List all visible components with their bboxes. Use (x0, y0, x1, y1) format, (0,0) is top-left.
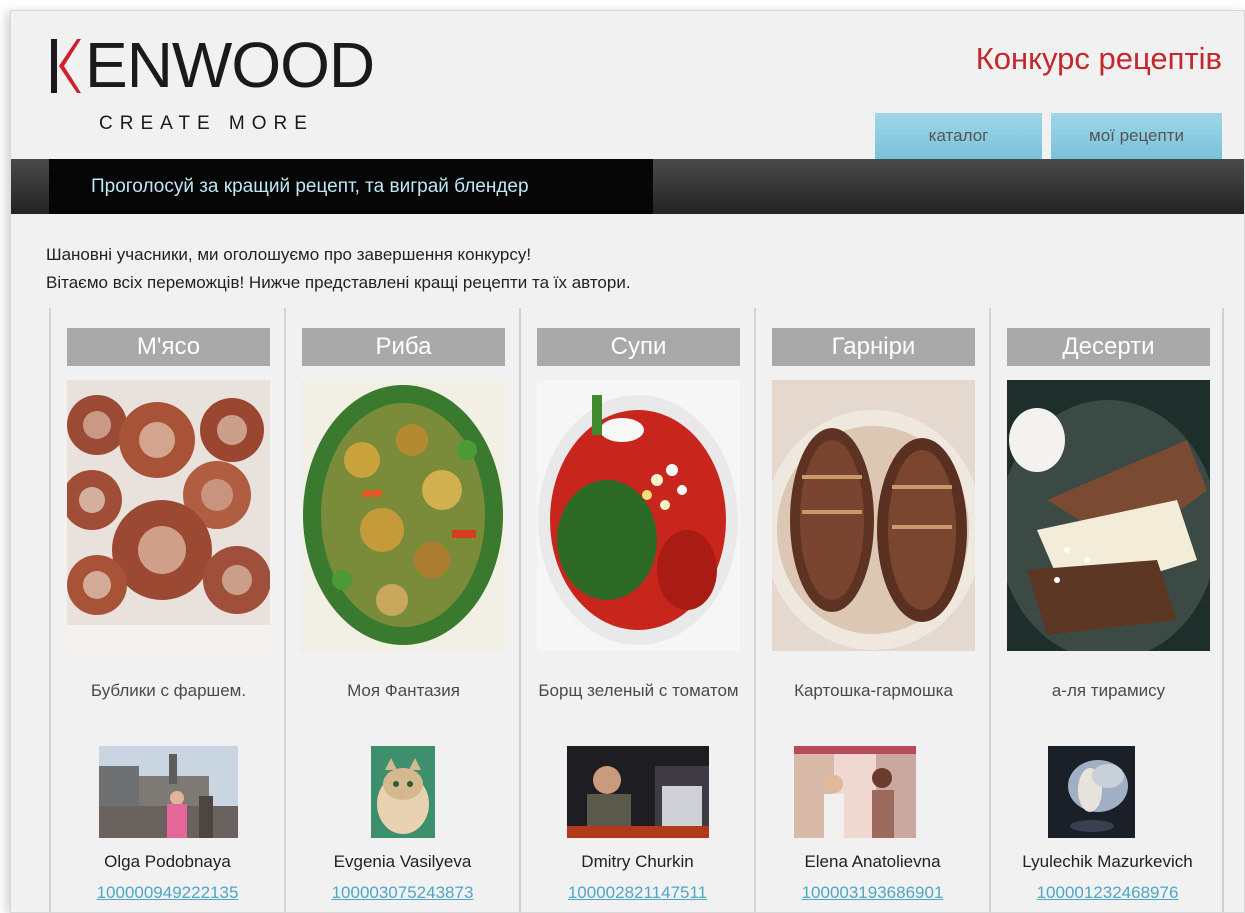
tab-catalog[interactable]: каталог (875, 113, 1042, 159)
author-profile-link[interactable]: 100003193686901 (756, 883, 989, 903)
author-avatar[interactable] (371, 746, 435, 838)
kenwood-logo[interactable]: ENWOOD CREATE MORE (51, 33, 451, 134)
author-name: Dmitry Churkin (581, 852, 694, 871)
contest-title: Конкурс рецептів (975, 41, 1222, 76)
intro-text: Шановні учасники, ми оголошуємо про заве… (46, 241, 631, 297)
recipe-name[interactable]: Борщ зеленый с томатом (527, 680, 750, 702)
recipe-name[interactable]: Картошка-гармошка (762, 680, 985, 702)
author-name: Olga Podobnaya (104, 852, 231, 871)
intro-line-1: Шановні учасники, ми оголошуємо про заве… (46, 245, 532, 264)
recipe-name[interactable]: Моя Фантазия (292, 680, 515, 702)
category-column-fish: Риба Моя Фантазия Evgenia Vasilyeva 1000… (284, 308, 519, 912)
author-name: Evgenia Vasilyeva (333, 852, 472, 871)
logo-text: ENWOOD (85, 29, 375, 101)
category-column-sides: Гарніри Картошка-гармошка Elena Anatolie… (754, 308, 989, 912)
author-avatar[interactable] (99, 746, 238, 838)
category-header[interactable]: Десерти (1007, 328, 1210, 366)
author-profile-link[interactable]: 100003075243873 (286, 883, 519, 903)
category-column-meat: М'ясо Бублики с фаршем. Olga Podobnaya 1… (49, 308, 284, 912)
recipe-photo[interactable] (772, 380, 975, 651)
promo-banner: Проголосуй за кращий рецепт, та виграй б… (11, 159, 1244, 214)
author-avatar[interactable] (1048, 746, 1135, 838)
page-frame: ENWOOD CREATE MORE Конкурс рецептів ката… (10, 10, 1245, 913)
recipe-name[interactable]: а-ля тирамису (997, 680, 1220, 702)
author-name: Elena Anatolievna (804, 852, 941, 871)
author-profile-link[interactable]: 100000949222135 (51, 883, 284, 903)
recipe-photo[interactable] (67, 380, 270, 651)
recipe-photo[interactable] (537, 380, 740, 651)
category-header[interactable]: Супи (537, 328, 740, 366)
recipe-photo[interactable] (302, 380, 505, 651)
top-nav: каталог мої рецепти (875, 113, 1222, 159)
author-avatar[interactable] (567, 746, 709, 838)
recipe-name[interactable]: Бублики с фаршем. (57, 680, 280, 702)
category-header[interactable]: М'ясо (67, 328, 270, 366)
logo-k-mark (51, 39, 81, 93)
category-header[interactable]: Риба (302, 328, 505, 366)
author-avatar[interactable] (794, 746, 916, 838)
category-column-desserts: Десерти а-ля тирамису Lyulechik Mazurkev… (989, 308, 1224, 912)
author-name: Lyulechik Mazurkevich (1022, 852, 1193, 871)
author-profile-link[interactable]: 100002821147511 (521, 883, 754, 903)
banner-text[interactable]: Проголосуй за кращий рецепт, та виграй б… (49, 159, 653, 214)
category-column-soups: Супи Борщ зеленый с томатом Dmitry Churk… (519, 308, 754, 912)
logo-tagline: CREATE MORE (99, 113, 314, 134)
author-profile-link[interactable]: 100001232468976 (991, 883, 1224, 903)
logo-wordmark: ENWOOD (51, 33, 451, 99)
category-header[interactable]: Гарніри (772, 328, 975, 366)
intro-line-2: Вітаємо всіх переможців! Нижче представл… (46, 273, 631, 292)
recipe-photo[interactable] (1007, 380, 1210, 651)
winners-grid: М'ясо Бублики с фаршем. Olga Podobnaya 1… (49, 308, 1224, 912)
tab-my-recipes[interactable]: мої рецепти (1051, 113, 1222, 159)
